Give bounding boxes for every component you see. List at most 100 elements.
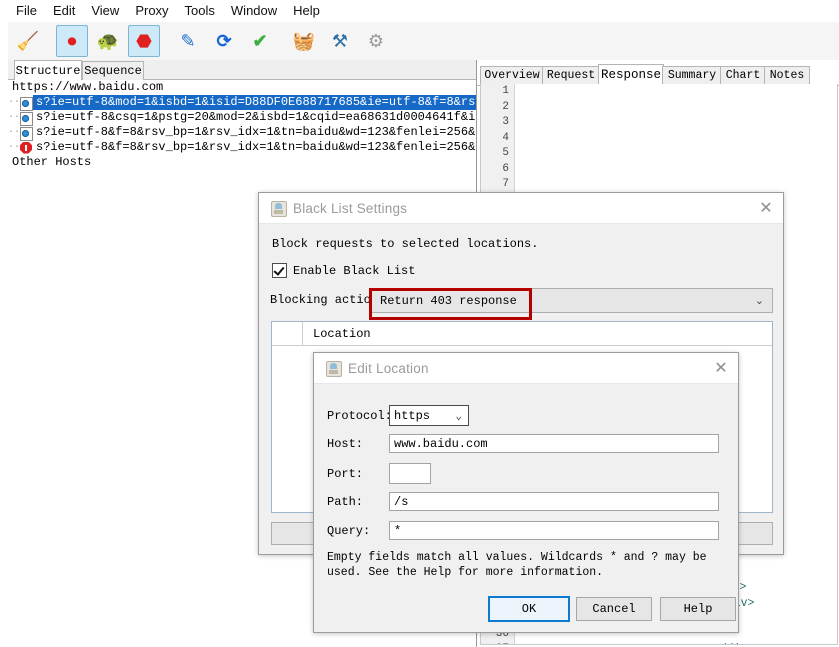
line-number: 2: [502, 100, 509, 113]
chevron-down-icon: ⌄: [455, 410, 462, 423]
blocked-icon: [18, 141, 33, 155]
tab-notes[interactable]: Notes: [764, 66, 810, 85]
menu-item-edit[interactable]: Edit: [45, 1, 83, 21]
black-list-title: Black List Settings: [293, 200, 408, 216]
record-icon[interactable]: ⏺: [56, 25, 88, 57]
document-icon: [18, 111, 33, 126]
path-label: Path:: [327, 494, 364, 509]
line-number: 3: [502, 116, 509, 128]
fiddler-app-icon: [326, 361, 342, 377]
tree-connector-icon: ··: [8, 127, 21, 138]
edit-location-title: Edit Location: [348, 360, 429, 376]
help-button[interactable]: Help: [660, 597, 736, 621]
menu-item-tools[interactable]: Tools: [177, 1, 223, 21]
turtle-icon[interactable]: 🐢: [92, 25, 124, 57]
blocking-action-value: Return 403 response: [380, 293, 517, 308]
cancel-button[interactable]: Cancel: [576, 597, 652, 621]
tree-item-3[interactable]: ·· s?ie=utf-8&f=8&rsv_bp=1&rsv_idx=1&tn=…: [8, 140, 476, 155]
host-field-row: Host: www.baidu.com: [327, 434, 719, 453]
basket-icon[interactable]: 🧺: [288, 25, 320, 57]
query-field-row: Query: *: [327, 521, 719, 540]
tree-item-0[interactable]: ·· s?ie=utf-8&mod=1&isbd=1&isid=D88DF0E6…: [8, 95, 476, 111]
chevron-down-icon: ⌄: [754, 295, 764, 307]
line-number: 37: [481, 642, 514, 644]
left-pane-tabs: Structure Sequence: [8, 60, 476, 80]
protocol-label: Protocol:: [327, 408, 392, 423]
menu-item-file[interactable]: File: [8, 1, 45, 21]
edit-location-dialog: Edit Location ✕ Protocol: https ⌄ Host: …: [313, 352, 739, 633]
query-input[interactable]: *: [389, 521, 719, 540]
close-icon[interactable]: ✕: [704, 353, 738, 383]
blocking-action-label: Blocking action:: [270, 293, 386, 307]
tab-chart[interactable]: Chart: [720, 66, 766, 85]
code-line: </div>: [515, 642, 837, 644]
line-number: 7: [502, 178, 509, 190]
toolbar: 🧹 ⏺ 🐢 ⬣ ✎ ⟳ ✔ 🧺 ⚒ ⚙: [8, 22, 839, 61]
refresh-icon[interactable]: ⟳: [208, 25, 240, 57]
host-input[interactable]: www.baidu.com: [389, 434, 719, 453]
tree-other-hosts-node[interactable]: Other Hosts: [8, 155, 476, 170]
black-list-description: Block requests to selected locations.: [272, 237, 539, 251]
tree-connector-icon: ··: [8, 112, 21, 123]
tab-sequence[interactable]: Sequence: [82, 61, 144, 80]
inspector-tabs: Overview Request Response Summary Chart …: [477, 64, 839, 86]
document-icon: [18, 96, 33, 111]
path-input[interactable]: /s: [389, 492, 719, 511]
tab-structure[interactable]: Structure: [14, 60, 82, 80]
query-label: Query:: [327, 523, 371, 538]
tree-item-1[interactable]: ·· s?ie=utf-8&csq=1&pstg=20&mod=2&isbd=1…: [8, 110, 476, 126]
port-input[interactable]: [389, 463, 431, 484]
broom-icon[interactable]: 🧹: [12, 25, 44, 57]
fiddler-app-icon: [271, 201, 287, 217]
gear-icon[interactable]: ⚙: [360, 25, 392, 57]
line-number: 1: [502, 85, 509, 97]
ok-button[interactable]: OK: [488, 596, 570, 622]
check-icon[interactable]: ✔: [244, 25, 276, 57]
line-number: 6: [502, 162, 509, 175]
tree-connector-icon: ··: [8, 97, 21, 108]
port-field-row: Port:: [327, 463, 431, 484]
tools-icon[interactable]: ⚒: [324, 25, 356, 57]
locations-table-header: Location: [272, 322, 772, 346]
tab-request[interactable]: Request: [542, 66, 600, 85]
tree-other-hosts-label: Other Hosts: [12, 155, 92, 169]
protocol-field-row: Protocol: https ⌄: [327, 405, 469, 426]
protocol-select[interactable]: https ⌄: [389, 405, 469, 426]
menu-bar: File Edit View Proxy Tools Window Help: [8, 0, 839, 22]
tree-item-label: s?ie=utf-8&f=8&rsv_bp=1&rsv_idx=1&tn=bai…: [36, 140, 476, 154]
stop-octagon-icon[interactable]: ⬣: [128, 25, 160, 57]
menu-item-window[interactable]: Window: [223, 1, 285, 21]
tab-summary[interactable]: Summary: [662, 66, 722, 85]
black-list-titlebar: Black List Settings ✕: [259, 193, 783, 224]
close-icon[interactable]: ✕: [749, 193, 783, 223]
tree-root-label: https://www.baidu.com: [12, 80, 164, 94]
blocking-action-select[interactable]: Return 403 response ⌄: [371, 288, 773, 313]
path-field-row: Path: /s: [327, 492, 719, 511]
menu-item-help[interactable]: Help: [285, 1, 328, 21]
tree-item-label: s?ie=utf-8&f=8&rsv_bp=1&rsv_idx=1&tn=bai…: [36, 125, 476, 139]
port-label: Port:: [327, 466, 364, 481]
host-label: Host:: [327, 436, 364, 451]
tree-item-label: s?ie=utf-8&mod=1&isbd=1&isid=D88DF0E6887…: [33, 95, 476, 110]
document-icon: [18, 126, 33, 141]
enable-black-list-checkbox[interactable]: [272, 263, 287, 278]
enable-black-list-row[interactable]: Enable Black List: [272, 263, 415, 278]
tab-overview[interactable]: Overview: [480, 66, 544, 85]
menu-item-view[interactable]: View: [83, 1, 127, 21]
tree-item-2[interactable]: ·· s?ie=utf-8&f=8&rsv_bp=1&rsv_idx=1&tn=…: [8, 125, 476, 141]
enable-black-list-label: Enable Black List: [293, 263, 416, 278]
edit-location-titlebar: Edit Location ✕: [314, 353, 738, 384]
tree-connector-icon: ··: [8, 142, 21, 153]
protocol-value: https: [394, 408, 431, 423]
edit-location-note: Empty fields match all values. Wildcards…: [327, 551, 707, 579]
line-number: 5: [502, 147, 509, 159]
line-number: 4: [502, 131, 509, 144]
pen-icon[interactable]: ✎: [172, 25, 204, 57]
tree-item-label: s?ie=utf-8&csq=1&pstg=20&mod=2&isbd=1&cq…: [36, 110, 476, 124]
locations-table-checkbox-column: [272, 322, 303, 345]
session-tree[interactable]: https://www.baidu.com ·· s?ie=utf-8&mod=…: [8, 80, 476, 190]
tree-root-node[interactable]: https://www.baidu.com: [8, 80, 476, 95]
tab-response[interactable]: Response: [598, 64, 664, 86]
locations-column-header-location: Location: [313, 326, 371, 341]
menu-item-proxy[interactable]: Proxy: [127, 1, 176, 21]
